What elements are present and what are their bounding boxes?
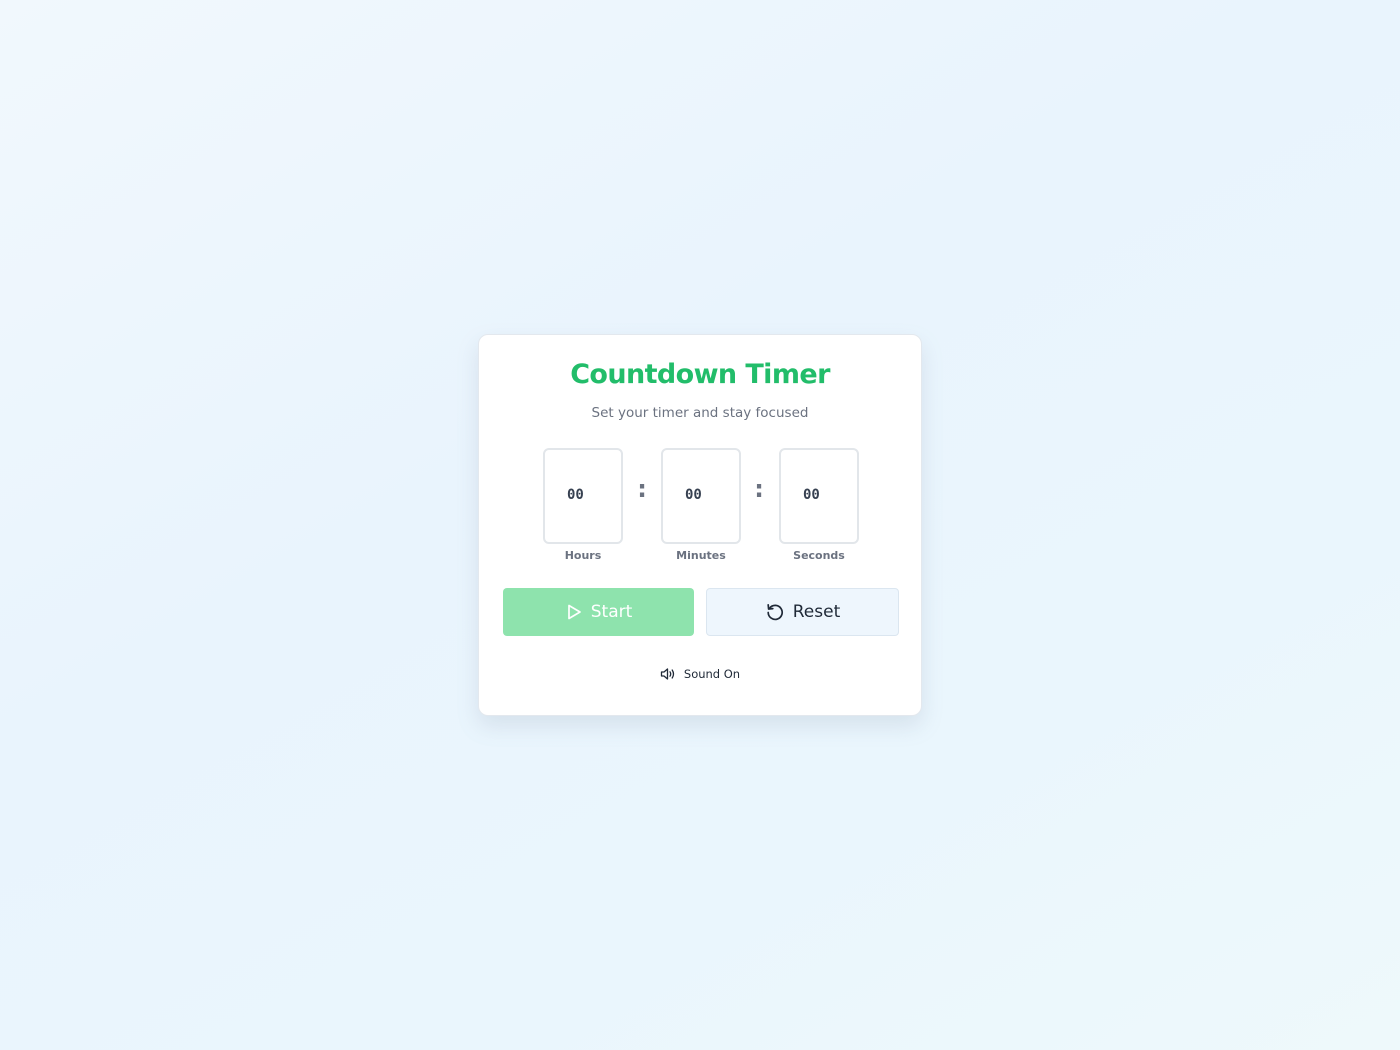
hours-unit: 00 Hours <box>543 448 623 562</box>
minutes-value: 00 <box>685 487 702 503</box>
start-button-label: Start <box>590 602 633 622</box>
seconds-label: Seconds <box>793 549 845 562</box>
timer-card: Countdown Timer Set your timer and stay … <box>478 334 922 716</box>
start-button[interactable]: Start <box>503 588 694 636</box>
seconds-value: 00 <box>803 487 820 503</box>
reset-button[interactable]: Reset <box>706 588 899 636</box>
reset-button-label: Reset <box>792 602 841 622</box>
hours-value: 00 <box>567 487 584 503</box>
sound-toggle-label: Sound On <box>683 667 741 681</box>
reset-icon <box>765 602 785 622</box>
seconds-unit: 00 Seconds <box>779 448 859 562</box>
sound-toggle[interactable]: Sound On <box>479 667 921 681</box>
time-separator: : <box>637 475 647 503</box>
time-separator: : <box>754 475 764 503</box>
page-subtitle: Set your timer and stay focused <box>591 405 809 421</box>
hours-input[interactable]: 00 <box>543 448 623 544</box>
speaker-icon <box>660 667 676 681</box>
minutes-unit: 00 Minutes <box>661 448 741 562</box>
seconds-input[interactable]: 00 <box>779 448 859 544</box>
page-title: Countdown Timer <box>570 359 830 390</box>
play-icon <box>565 603 583 621</box>
minutes-label: Minutes <box>676 549 726 562</box>
hours-label: Hours <box>564 549 602 562</box>
minutes-input[interactable]: 00 <box>661 448 741 544</box>
